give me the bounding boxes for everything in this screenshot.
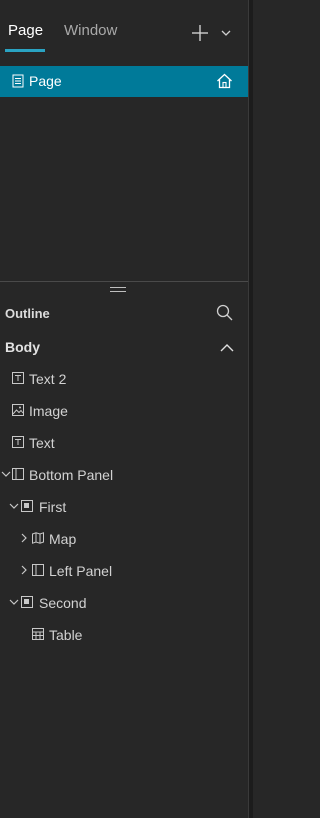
panel-icon <box>32 564 44 576</box>
resize-handle[interactable] <box>110 287 126 293</box>
page-list-item-label: Page <box>29 73 62 89</box>
text-icon <box>12 372 24 384</box>
chevron-down-icon[interactable] <box>9 597 19 607</box>
panel-tabs: Page Window <box>0 0 248 52</box>
outline-item[interactable]: Left Panel <box>0 561 248 583</box>
panel-edge <box>248 0 253 818</box>
outline-item[interactable]: First <box>0 497 248 519</box>
table-icon <box>32 628 44 640</box>
chevron-right-icon[interactable] <box>19 533 29 543</box>
outline-item[interactable]: Bottom Panel <box>0 465 248 487</box>
outline-item-label: Text <box>29 435 55 451</box>
section-icon <box>21 596 33 608</box>
chevron-down-icon <box>221 30 231 36</box>
collapse-outline-button[interactable] <box>219 341 235 353</box>
outline-search-button[interactable] <box>216 304 233 321</box>
chevron-up-icon <box>220 344 234 352</box>
outline-item-label: Bottom Panel <box>29 467 114 483</box>
outline-root-label[interactable]: Body <box>5 339 40 355</box>
outline-item[interactable]: Text 2 <box>0 369 248 391</box>
tab-window[interactable]: Window <box>64 22 117 39</box>
more-options-button[interactable] <box>219 26 233 40</box>
outline-item-label: Second <box>39 595 87 611</box>
pages-panel: Page Window Page Outline Body Text 2 Ima… <box>0 0 248 818</box>
chevron-right-icon[interactable] <box>19 565 29 575</box>
outline-item-label: Table <box>49 627 83 643</box>
page-document-icon <box>12 74 24 88</box>
chevron-down-icon[interactable] <box>1 469 11 479</box>
outline-item[interactable]: Map <box>0 529 248 551</box>
section-icon <box>21 500 33 512</box>
outline-item-label: Image <box>29 403 68 419</box>
search-icon <box>216 304 233 321</box>
outline-item[interactable]: Second <box>0 593 248 615</box>
outline-item-label: Text 2 <box>29 371 67 387</box>
tab-page[interactable]: Page <box>8 22 43 39</box>
outline-item[interactable]: Image <box>0 401 248 423</box>
outline-title: Outline <box>5 306 50 321</box>
map-icon <box>32 532 44 544</box>
active-tab-indicator <box>5 49 45 52</box>
outline-item-label: First <box>39 499 67 515</box>
outline-item-label: Map <box>49 531 77 547</box>
outline-item-label: Left Panel <box>49 563 113 579</box>
plus-icon <box>192 25 208 41</box>
page-list-item[interactable]: Page <box>0 66 248 97</box>
outline-item[interactable]: Table <box>0 625 248 647</box>
add-page-button[interactable] <box>189 22 211 44</box>
home-icon <box>217 73 232 89</box>
panel-icon <box>12 468 24 480</box>
image-icon <box>12 404 24 416</box>
panel-divider <box>0 281 248 282</box>
chevron-down-icon[interactable] <box>9 501 19 511</box>
text-icon <box>12 436 24 448</box>
outline-item[interactable]: Text <box>0 433 248 455</box>
